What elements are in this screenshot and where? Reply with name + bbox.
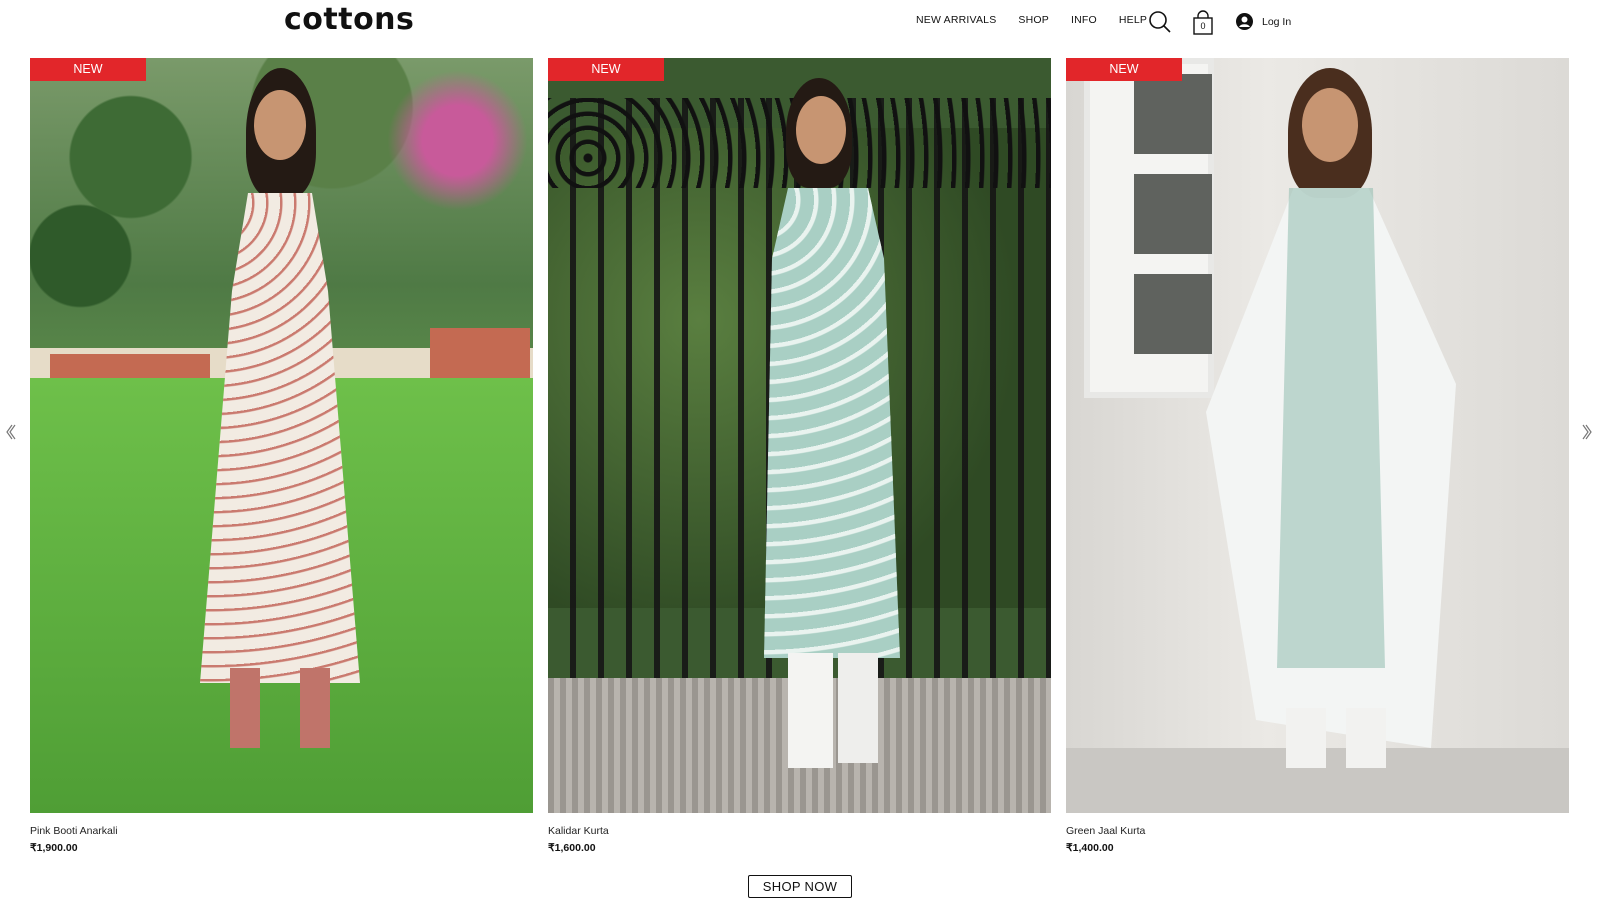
- chevron-left-icon[interactable]: [4, 422, 16, 442]
- product-image[interactable]: NEW: [1066, 58, 1569, 813]
- product-image[interactable]: NEW: [548, 58, 1051, 813]
- product-name[interactable]: Green Jaal Kurta: [1066, 825, 1569, 837]
- product-card[interactable]: NEW Pink Booti Anarkali ₹1,900.00: [30, 58, 533, 854]
- product-name[interactable]: Pink Booti Anarkali: [30, 825, 533, 837]
- nav-new-arrivals[interactable]: NEW ARRIVALS: [916, 14, 996, 26]
- product-price: ₹1,600.00: [548, 842, 596, 854]
- shopping-bag-icon[interactable]: 0: [1191, 10, 1215, 36]
- nav-info[interactable]: INFO: [1071, 14, 1097, 26]
- site-logo[interactable]: cottons: [284, 2, 414, 37]
- product-card[interactable]: NEW Green Jaal Kurta ₹1,400.00: [1066, 58, 1569, 854]
- site-header: cottons NEW ARRIVALS SHOP INFO HELP 0 Lo…: [0, 0, 1600, 50]
- login-label: Log In: [1262, 15, 1292, 28]
- login-button[interactable]: Log In: [1236, 13, 1291, 30]
- new-badge: NEW: [1066, 58, 1182, 81]
- nav-help[interactable]: HELP: [1119, 14, 1147, 26]
- user-circle-icon: [1236, 13, 1253, 30]
- product-carousel: NEW Pink Booti Anarkali ₹1,900.00 NEW Ka…: [0, 58, 1600, 858]
- cart-count: 0: [1200, 21, 1206, 31]
- product-price: ₹1,900.00: [30, 842, 78, 854]
- product-card[interactable]: NEW Kalidar Kurta ₹1,600.00: [548, 58, 1051, 854]
- product-name[interactable]: Kalidar Kurta: [548, 825, 1051, 837]
- search-icon[interactable]: [1148, 10, 1172, 34]
- shop-now-button[interactable]: SHOP NOW: [748, 875, 852, 898]
- new-badge: NEW: [30, 58, 146, 81]
- main-nav: NEW ARRIVALS SHOP INFO HELP: [916, 14, 1169, 26]
- new-badge: NEW: [548, 58, 664, 81]
- product-image[interactable]: NEW: [30, 58, 533, 813]
- nav-shop[interactable]: SHOP: [1018, 14, 1049, 26]
- chevron-right-icon[interactable]: [1582, 422, 1594, 442]
- product-price: ₹1,400.00: [1066, 842, 1114, 854]
